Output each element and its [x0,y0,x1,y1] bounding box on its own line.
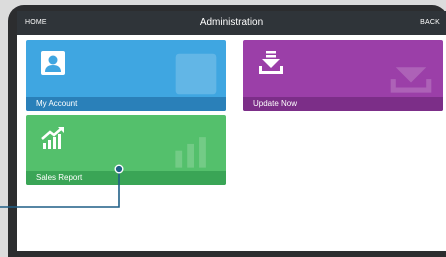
user-icon [40,50,66,81]
back-button[interactable]: BACK [420,19,440,26]
user-watermark-icon [174,52,218,101]
page-title: Administration [199,17,264,28]
tile-label: Sales Report [36,173,83,182]
tile-sales-report[interactable]: Sales Report [26,115,226,185]
top-bar: HOME Administration BACK [17,11,446,35]
chart-watermark-icon [170,127,218,176]
tile-update-now[interactable]: Update Now [243,40,443,111]
tile-my-account[interactable]: My Account [26,40,226,111]
tray-watermark-icon [387,52,435,101]
tablet-frame: HOME Administration BACK My Account Upda… [8,5,446,257]
tile-label: My Account [36,99,78,108]
tile-label: Update Now [253,99,298,108]
growth-chart-icon [40,125,68,156]
download-tray-icon [257,50,285,81]
app-screen: HOME Administration BACK My Account Upda… [17,11,446,251]
